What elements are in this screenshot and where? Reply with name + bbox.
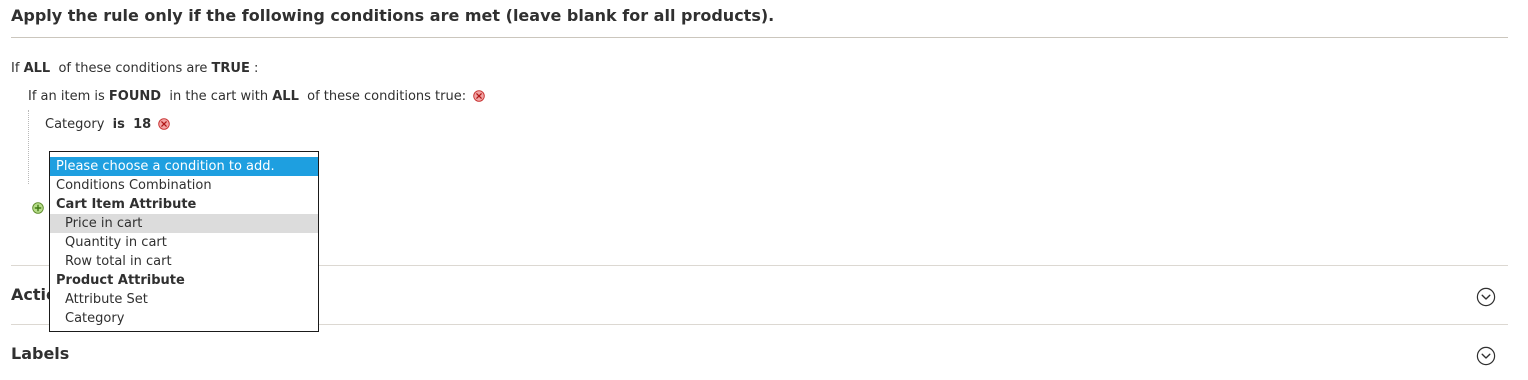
optgroup-cart-item-attribute: Cart Item Attribute: [56, 197, 197, 212]
root-middle-text: of these conditions are: [58, 61, 208, 76]
conditions-heading: Apply the rule only if the following con…: [11, 6, 775, 25]
rule-conditions-panel: Apply the rule only if the following con…: [0, 0, 1528, 380]
option-category[interactable]: Category: [50, 309, 318, 328]
option-choose-condition[interactable]: Please choose a condition to add.: [50, 157, 318, 176]
root-aggregator-select[interactable]: ALL: [24, 61, 51, 76]
option-attribute-set[interactable]: Attribute Set: [50, 290, 318, 309]
root-suffix: :: [254, 61, 259, 76]
remove-found-condition-icon[interactable]: [473, 90, 486, 102]
nesting-guide-line: [28, 110, 29, 184]
new-condition-select-list[interactable]: Please choose a condition to add. Condit…: [49, 151, 319, 332]
optgroup-product-attribute: Product Attribute: [56, 273, 185, 288]
chevron-down-icon[interactable]: [1476, 346, 1496, 366]
root-value-select[interactable]: TRUE: [212, 61, 250, 76]
add-condition-icon[interactable]: [32, 202, 44, 214]
remove-category-condition-icon[interactable]: [158, 118, 171, 130]
found-prefix: If an item is: [28, 89, 105, 104]
found-middle-text: in the cart with: [169, 89, 269, 104]
found-suffix: of these conditions true:: [307, 89, 467, 104]
found-value-select[interactable]: FOUND: [109, 89, 161, 104]
category-attribute-label: Category: [45, 117, 105, 132]
category-value-input[interactable]: 18: [133, 117, 151, 132]
option-conditions-combination[interactable]: Conditions Combination: [50, 176, 318, 195]
found-aggregator-select[interactable]: ALL: [272, 89, 299, 104]
chevron-down-icon[interactable]: [1476, 287, 1496, 307]
category-condition-line: Category is 18: [45, 117, 171, 132]
labels-accordion-title[interactable]: Labels: [11, 344, 69, 363]
heading-divider: [11, 37, 1508, 38]
option-price-in-cart[interactable]: Price in cart: [50, 214, 318, 233]
category-operator-select[interactable]: is: [113, 117, 125, 132]
option-quantity-in-cart[interactable]: Quantity in cart: [50, 233, 318, 252]
option-row-total-in-cart[interactable]: Row total in cart: [50, 252, 318, 271]
root-prefix: If: [11, 61, 20, 76]
root-condition-line: If ALL of these conditions are TRUE :: [11, 61, 258, 76]
found-condition-line: If an item is FOUND in the cart with ALL…: [28, 89, 486, 104]
